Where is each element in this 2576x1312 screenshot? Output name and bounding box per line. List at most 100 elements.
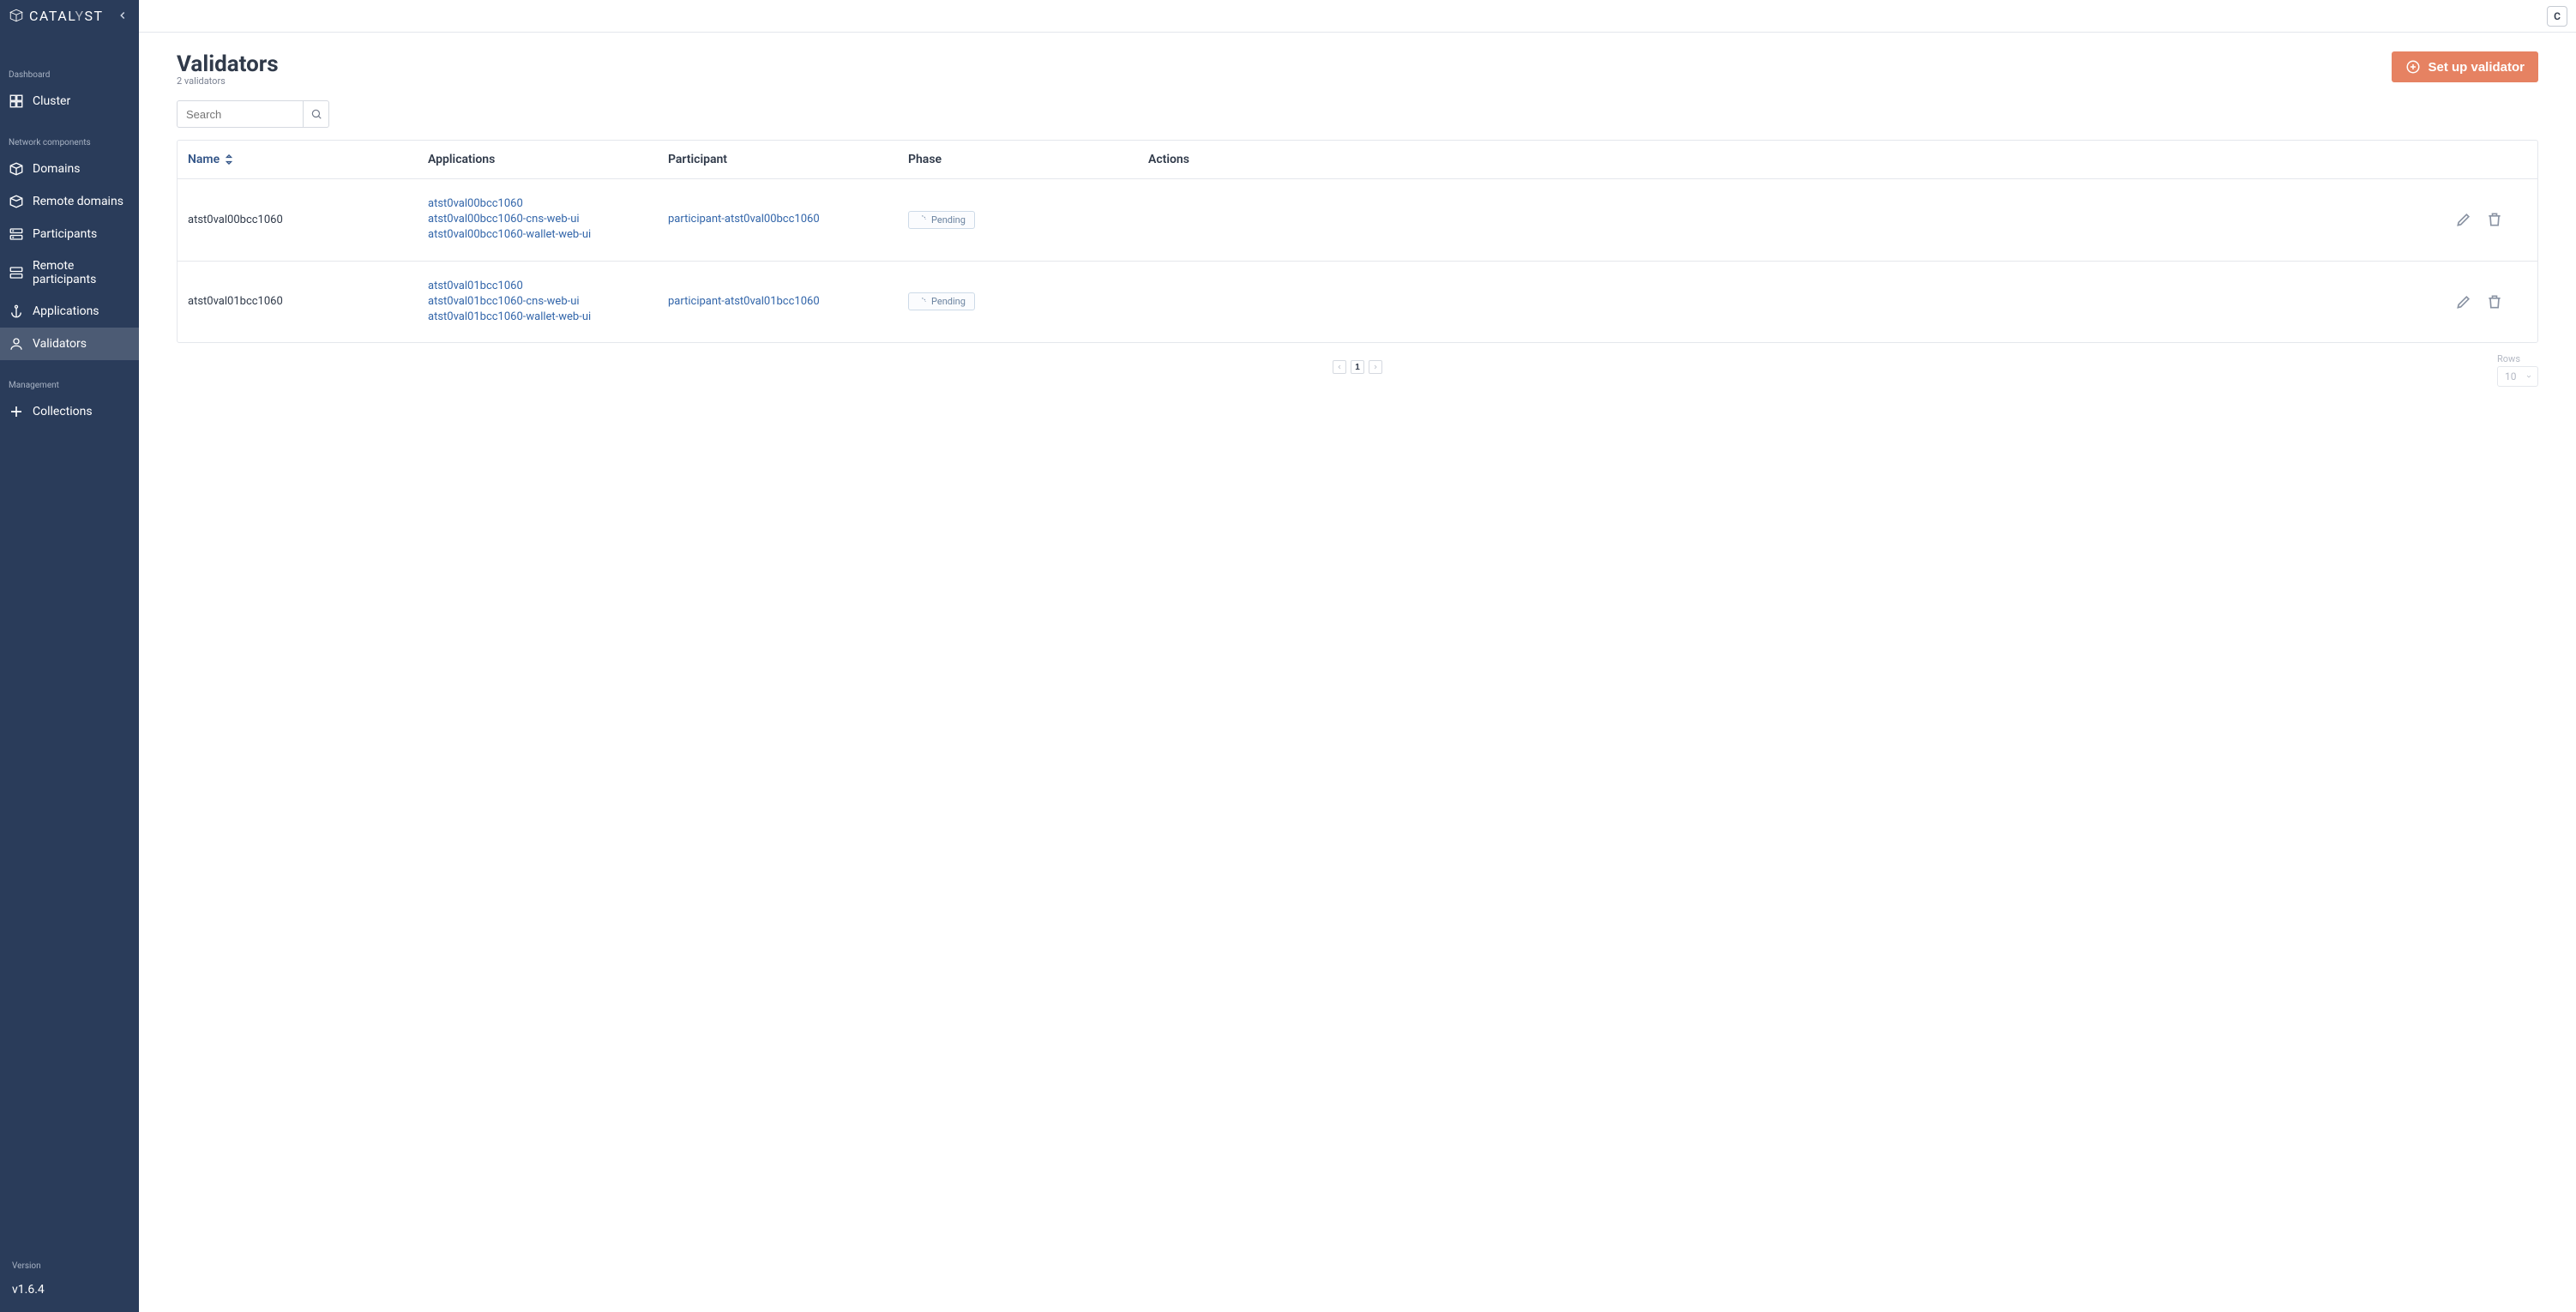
main: C Validators 2 validators Set up validat… — [139, 0, 2576, 1312]
page-head: Validators 2 validators Set up validator — [177, 51, 2538, 87]
collapse-sidebar-button[interactable] — [115, 8, 130, 23]
content: Validators 2 validators Set up validator… — [139, 33, 2576, 393]
chevron-down-icon — [2525, 373, 2532, 380]
table-header: Name Applications Participant Phase Acti… — [178, 141, 2537, 179]
phase-badge: Pending — [908, 292, 975, 310]
search-icon — [310, 108, 322, 120]
col-actions: Actions — [1148, 153, 2527, 166]
user-menu[interactable]: C — [2547, 6, 2567, 27]
rows-label: Rows — [2497, 353, 2520, 364]
sidebar-header: CATALYST — [0, 0, 139, 36]
version-block: Version v1.6.4 — [0, 1261, 139, 1312]
search-input[interactable] — [177, 100, 304, 128]
plus-circle-icon — [2405, 59, 2421, 75]
edit-button[interactable] — [2455, 293, 2472, 310]
box-remote-icon — [9, 194, 24, 209]
section-label-dashboard: Dashboard — [0, 36, 139, 85]
trash-icon — [2486, 211, 2503, 228]
trash-icon — [2486, 293, 2503, 310]
edit-icon — [2455, 293, 2472, 310]
col-participant: Participant — [668, 153, 908, 166]
participant-link[interactable]: participant-atst0val00bcc1060 — [668, 212, 908, 227]
brand-logo: CATALYST — [9, 8, 104, 24]
page-prev[interactable] — [1333, 360, 1346, 374]
sort-icon — [225, 154, 233, 165]
participant-cell: participant-atst0val01bcc1060 — [668, 294, 908, 310]
page-next[interactable] — [1369, 360, 1382, 374]
loading-icon — [918, 298, 926, 306]
actions-cell — [1148, 293, 2527, 310]
name-cell: atst0val01bcc1060 — [188, 295, 428, 308]
user-icon — [9, 336, 24, 352]
delete-button[interactable] — [2486, 293, 2503, 310]
loading-icon — [918, 215, 926, 224]
application-link[interactable]: atst0val00bcc1060-wallet-web-ui — [428, 227, 668, 243]
page-1[interactable]: 1 — [1351, 360, 1364, 374]
participant-link[interactable]: participant-atst0val01bcc1060 — [668, 294, 908, 310]
phase-badge: Pending — [908, 211, 975, 229]
sidebar-item-label: Applications — [33, 304, 99, 318]
section-label-network: Network components — [0, 117, 139, 153]
sidebar-item-applications[interactable]: Applications — [0, 295, 139, 328]
server-icon — [9, 226, 24, 242]
sidebar-item-validators[interactable]: Validators — [0, 328, 139, 360]
sidebar-item-cluster[interactable]: Cluster — [0, 85, 139, 117]
sidebar: CATALYST Dashboard Cluster Network compo… — [0, 0, 139, 1312]
box-icon — [9, 161, 24, 177]
col-applications: Applications — [428, 153, 668, 166]
name-cell: atst0val00bcc1060 — [188, 214, 428, 226]
plus-icon — [9, 404, 24, 419]
sidebar-item-remote-domains[interactable]: Remote domains — [0, 185, 139, 218]
col-phase: Phase — [908, 153, 1148, 166]
server-remote-icon — [9, 265, 24, 280]
applications-cell: atst0val01bcc1060atst0val01bcc1060-cns-w… — [428, 279, 668, 326]
chevron-right-icon — [1372, 364, 1379, 370]
topbar: C — [139, 0, 2576, 33]
sidebar-item-label: Cluster — [33, 94, 70, 108]
pagination-row: 1 Rows 10 — [177, 360, 2538, 374]
application-link[interactable]: atst0val00bcc1060 — [428, 196, 668, 212]
rows-per-page: Rows 10 — [2497, 353, 2538, 387]
section-label-management: Management — [0, 360, 139, 395]
sidebar-item-label: Domains — [33, 162, 80, 176]
table-row: atst0val00bcc1060atst0val00bcc1060atst0v… — [178, 179, 2537, 262]
sidebar-item-remote-participants[interactable]: Remote participants — [0, 250, 139, 295]
search-row — [177, 100, 2538, 128]
phase-cell: Pending — [908, 211, 1148, 229]
sidebar-item-collections[interactable]: Collections — [0, 395, 139, 428]
application-link[interactable]: atst0val01bcc1060-wallet-web-ui — [428, 310, 668, 325]
anchor-icon — [9, 304, 24, 319]
rows-value: 10 — [2505, 370, 2517, 382]
grid-icon — [9, 93, 24, 109]
participant-cell: participant-atst0val00bcc1060 — [668, 212, 908, 227]
chevron-left-icon — [117, 9, 129, 21]
search-button[interactable] — [304, 100, 329, 128]
brand-text: CATALYST — [29, 8, 104, 24]
button-label: Set up validator — [2428, 60, 2525, 75]
table-row: atst0val01bcc1060atst0val01bcc1060atst0v… — [178, 262, 2537, 343]
version-label: Version — [12, 1261, 127, 1271]
chevron-left-icon — [1336, 364, 1343, 370]
page-title: Validators — [177, 51, 279, 77]
pager: 1 — [1333, 360, 1382, 374]
application-link[interactable]: atst0val01bcc1060 — [428, 279, 668, 294]
sidebar-item-label: Collections — [33, 405, 93, 418]
sidebar-item-label: Remote domains — [33, 195, 123, 208]
application-link[interactable]: atst0val00bcc1060-cns-web-ui — [428, 212, 668, 227]
setup-validator-button[interactable]: Set up validator — [2392, 51, 2538, 82]
phase-cell: Pending — [908, 292, 1148, 310]
edit-button[interactable] — [2455, 211, 2472, 228]
col-label: Name — [188, 153, 220, 166]
rows-select[interactable]: 10 — [2497, 366, 2538, 387]
application-link[interactable]: atst0val01bcc1060-cns-web-ui — [428, 294, 668, 310]
edit-icon — [2455, 211, 2472, 228]
applications-cell: atst0val00bcc1060atst0val00bcc1060-cns-w… — [428, 196, 668, 244]
col-name[interactable]: Name — [188, 153, 428, 166]
sidebar-item-domains[interactable]: Domains — [0, 153, 139, 185]
sidebar-item-label: Remote participants — [33, 259, 130, 286]
sidebar-item-label: Participants — [33, 227, 97, 241]
sidebar-item-label: Validators — [33, 337, 87, 351]
delete-button[interactable] — [2486, 211, 2503, 228]
sidebar-item-participants[interactable]: Participants — [0, 218, 139, 250]
cube-icon — [9, 8, 24, 23]
